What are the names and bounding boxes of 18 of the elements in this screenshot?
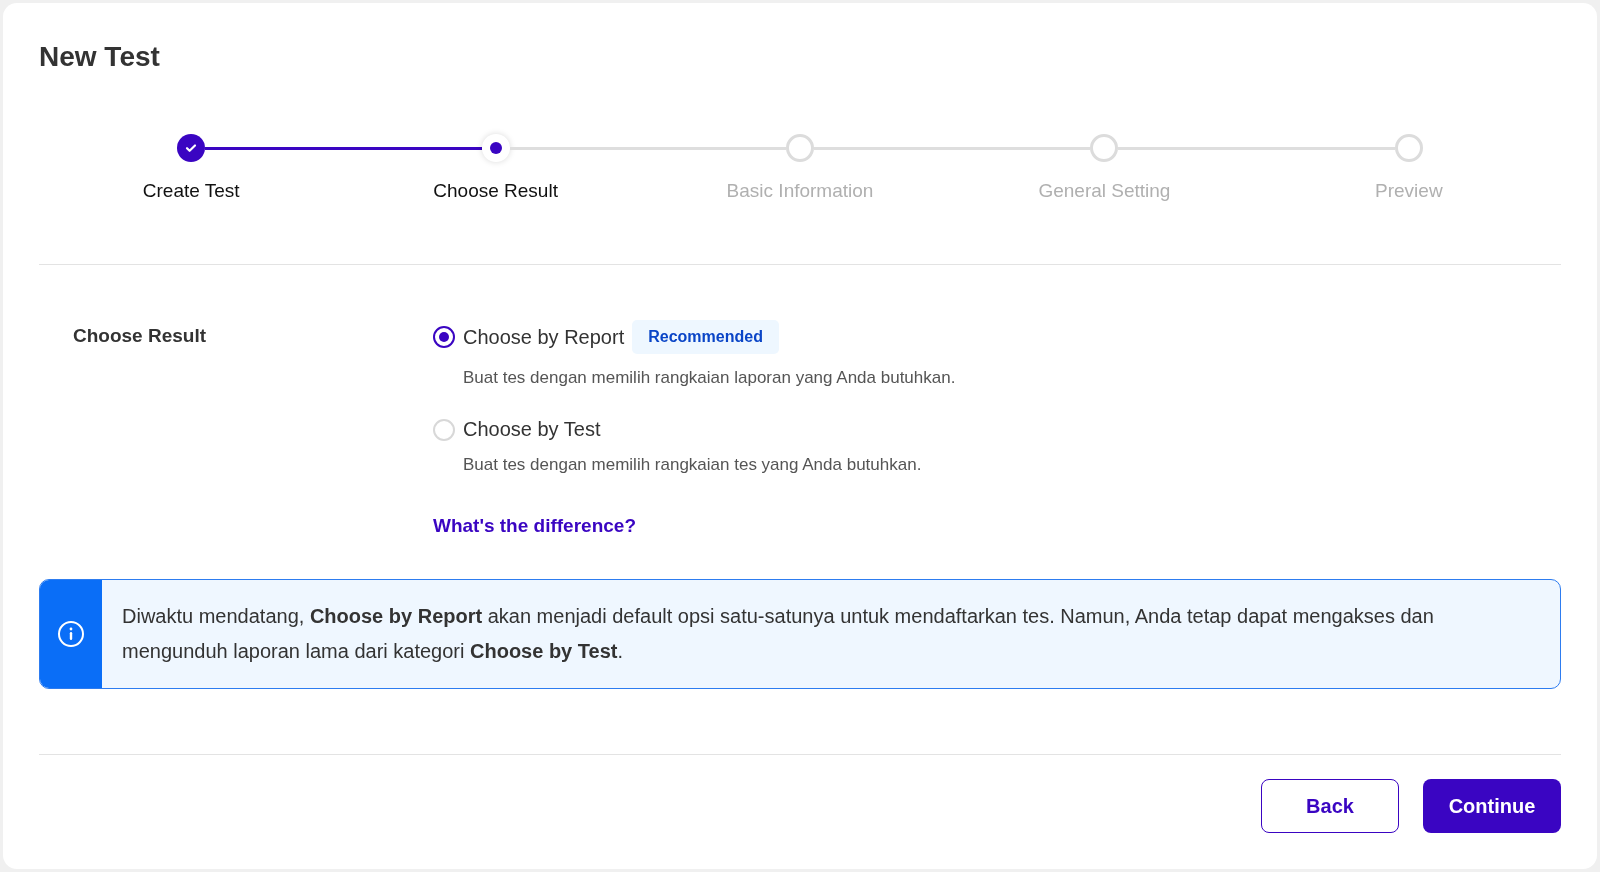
step-label: Preview [1375,180,1443,202]
continue-button[interactable]: Continue [1423,779,1561,833]
radio-button[interactable] [433,326,455,348]
info-icon [57,620,85,648]
difference-link[interactable]: What's the difference? [433,515,636,537]
step-label: Choose Result [433,180,558,202]
back-button[interactable]: Back [1261,779,1399,833]
info-message: Diwaktu mendatang, Choose by Report akan menjadi default opsi satu-satunya untuk mendaftarkan tes. Namun, Anda tetap dapat mengakses dan mengunduh laporan lama dari kategori Choose by Test. [121,604,1435,664]
recommended-badge: Recommended [632,320,779,354]
option-label: Choose by Report [463,325,625,349]
step-label: Create Test [142,180,240,202]
option-description: Buat tes dengan memilih rangkaian tes yang Anda butuhkan. [463,455,922,475]
step-label: General Setting [1038,180,1171,202]
page-title: New Test [39,41,160,73]
step-label: Basic Information [726,180,874,202]
option-label: Choose by Test [463,418,601,441]
field-label: Choose Result [73,325,208,348]
option-description: Buat tes dengan memilih rangkaian laporan yang Anda butuhkan. [463,368,956,388]
